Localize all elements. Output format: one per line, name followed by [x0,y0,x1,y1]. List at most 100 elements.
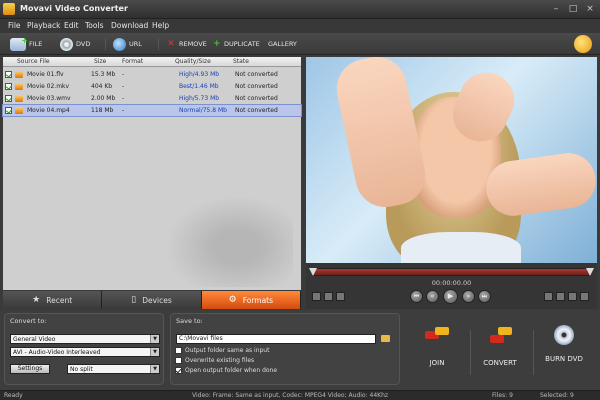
file-checkbox[interactable] [5,95,12,102]
forward-button[interactable]: » [462,290,475,303]
file-quality[interactable]: High/4.93 Mb [179,71,219,78]
overwrite-checkbox[interactable] [175,357,182,364]
chevron-down-icon: ▼ [150,365,159,373]
snapshot-icon[interactable] [324,292,333,301]
duplicate-button[interactable]: + DUPLICATE [213,36,260,52]
file-quality[interactable]: High/5.73 Mb [179,95,219,102]
add-dvd-button[interactable]: DVD [60,36,90,52]
file-quality[interactable]: Normal/75.8 Mb [179,107,227,114]
file-checkbox[interactable] [5,71,12,78]
file-row[interactable]: Movie 01.flv 15.3 Mb - High/4.93 Mb Not … [3,69,301,80]
chevron-down-icon: ▼ [150,348,159,356]
menu-tools[interactable]: Tools [85,21,103,30]
file-format: - [122,107,125,114]
column-quality-size[interactable]: Quality/Size [175,58,211,65]
seek-start-marker[interactable] [309,268,317,276]
preview-hand-left [331,57,431,213]
menu-edit[interactable]: Edit [64,21,79,30]
save-path-input[interactable]: C:\Movavi files [176,334,376,344]
crop-icon[interactable] [544,292,553,301]
open-folder-checkbox[interactable] [175,367,182,374]
seek-bar[interactable] [309,268,594,276]
tab-recent[interactable]: ★ Recent [3,291,103,309]
trim-icon[interactable] [568,292,577,301]
menu-playback[interactable]: Playback [27,21,60,30]
tab-devices[interactable]: ▯ Devices [102,291,202,309]
profile-value: General Video [13,336,56,343]
rotate-icon[interactable] [580,292,589,301]
burn-dvd-button[interactable]: BURN DVD [534,325,594,380]
file-size: 2.00 Mb [91,95,116,102]
file-size: 15.3 Mb [91,71,116,78]
save-to-panel: Save to: C:\Movavi files Output folder s… [170,313,400,385]
column-size[interactable]: Size [94,58,106,65]
file-row-selected[interactable]: Movie 04.mp4 118 Mb - Normal/75.8 Mb Not… [2,104,302,117]
remove-button[interactable]: ✕ REMOVE [166,36,207,52]
gallery-button[interactable]: GALLERY [268,36,297,52]
file-checkbox[interactable] [5,83,12,90]
minimize-button[interactable]: – [550,3,562,15]
menu-bar: File Playback Edit Tools Download Help [0,19,600,33]
file-format: - [122,71,125,78]
file-size: 404 Kb [91,83,113,90]
preview-shirt [401,232,521,263]
convert-to-panel: Convert to: General Video ▼ AVI - Audio-… [4,313,164,385]
menu-help[interactable]: Help [152,21,169,30]
option-same-folder[interactable]: Output folder same as input [175,347,269,354]
status-files-count: Files: 9 [492,392,513,399]
file-format: - [122,83,125,90]
video-file-icon [15,83,23,90]
maximize-button[interactable]: □ [567,3,579,15]
same-folder-checkbox[interactable] [175,347,182,354]
column-format[interactable]: Format [122,58,143,65]
go-start-button[interactable]: ⏮ [410,290,423,303]
file-list-header: Source File Size Format Quality/Size Sta… [3,57,301,67]
column-state[interactable]: State [233,58,249,65]
column-source-file[interactable]: Source File [17,58,50,65]
window-title: Movavi Video Converter [20,4,128,13]
rewind-button[interactable]: « [426,290,439,303]
effects-icon[interactable] [556,292,565,301]
seek-end-marker[interactable] [586,268,594,276]
video-file-icon [15,71,23,78]
file-name: Movie 04.mp4 [27,107,70,114]
status-bar: Ready Video: Frame: Same as input, Codec… [0,390,600,400]
profile-select[interactable]: General Video ▼ [10,334,160,344]
join-button[interactable]: JOIN [407,325,467,380]
menu-file[interactable]: File [8,21,21,30]
overwrite-label: Overwrite existing files [185,357,255,364]
play-button[interactable]: ▶ [443,289,458,304]
folder-icon[interactable] [381,335,390,342]
file-quality[interactable]: Best/1.46 Mb [179,83,219,90]
file-name: Movie 01.flv [27,71,64,78]
devices-watermark-image [153,187,293,287]
status-selected-count: Selected: 9 [540,392,574,399]
file-row[interactable]: Movie 02.mkv 404 Kb - Best/1.46 Mb Not c… [3,81,301,92]
format-value: AVI - Audio-Video Interleaved [13,349,101,356]
plus-icon: + [213,38,221,49]
tab-devices-label: Devices [142,295,172,305]
disc-icon [60,37,73,51]
convert-button[interactable]: CONVERT [470,325,530,380]
tab-formats-label: Formats [242,295,274,305]
save-to-title: Save to: [176,317,203,325]
close-button[interactable]: × [584,3,596,15]
add-file-button[interactable]: + FILE [10,36,42,52]
split-select[interactable]: No split ▼ [67,364,160,374]
tab-formats[interactable]: ⚙ Formats [201,291,301,309]
player-controls: 00:00:00.00 ⏮ « ▶ » ⏭ [306,263,597,309]
add-url-button[interactable]: URL [113,36,142,52]
file-checkbox[interactable] [5,107,12,114]
menu-download[interactable]: Download [111,21,148,30]
go-end-button[interactable]: ⏭ [478,290,491,303]
fullscreen-icon[interactable] [312,292,321,301]
file-row[interactable]: Movie 03.wmv 2.00 Mb - High/5.73 Mb Not … [3,93,301,104]
settings-button[interactable]: Settings [10,364,50,374]
add-file-label: FILE [29,40,43,48]
option-open-folder[interactable]: Open output folder when done [175,367,277,374]
option-overwrite[interactable]: Overwrite existing files [175,357,254,364]
volume-icon[interactable] [336,292,345,301]
add-url-label: URL [129,40,142,48]
duplicate-label: DUPLICATE [224,40,260,48]
format-select[interactable]: AVI - Audio-Video Interleaved ▼ [10,347,160,357]
